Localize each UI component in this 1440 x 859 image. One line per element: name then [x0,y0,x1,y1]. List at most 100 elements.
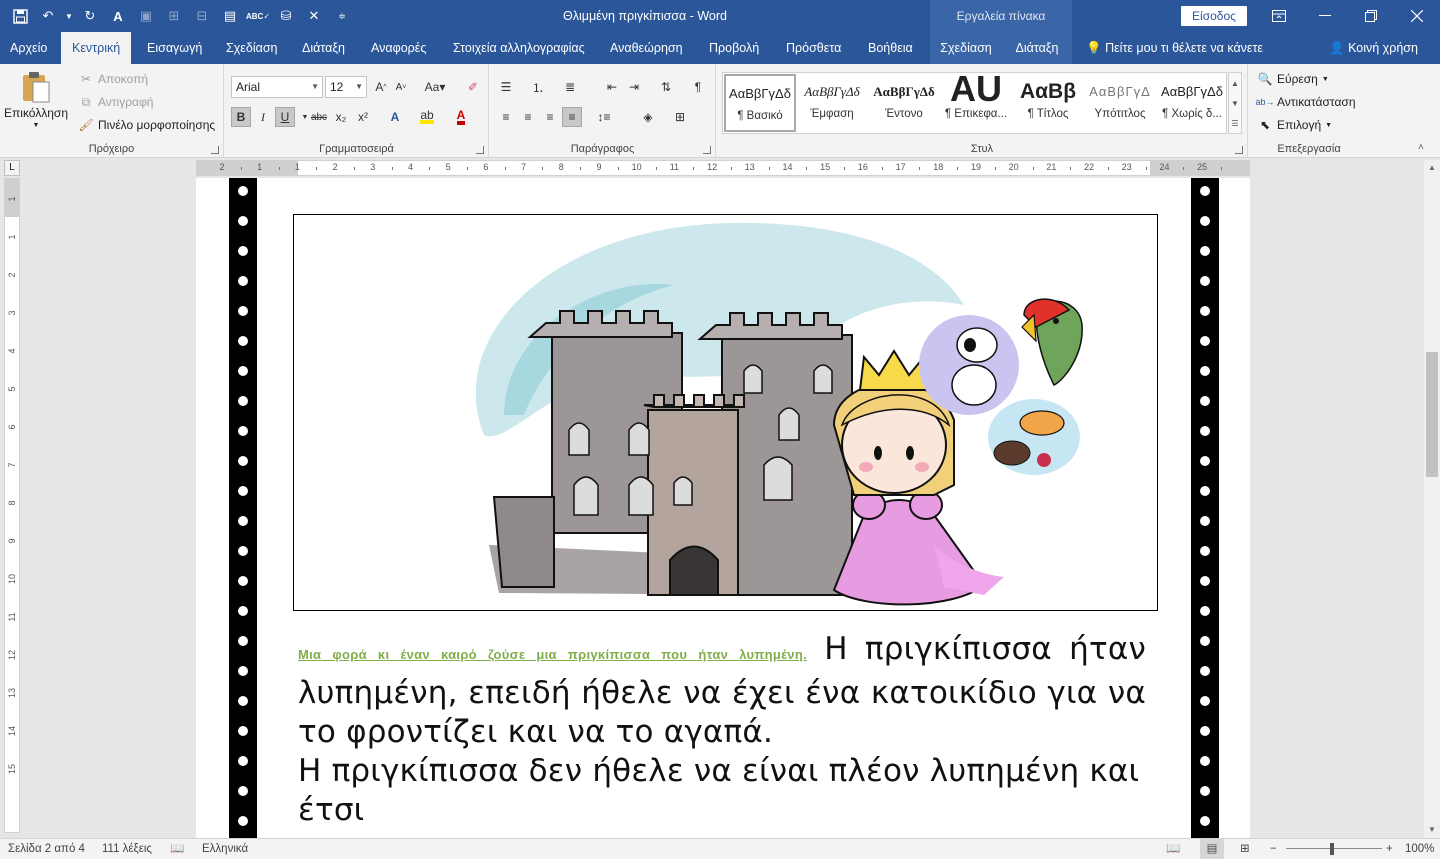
table-insert-icon[interactable]: ⊞ [162,4,186,28]
dialog-launcher-icon[interactable] [703,146,711,154]
text-effects-icon[interactable]: A [385,107,405,127]
tab-help[interactable]: Βοήθεια [868,32,913,64]
sort-icon[interactable]: ⇅ [656,77,676,97]
scroll-up-icon[interactable]: ▲ [1424,160,1440,176]
chevron-down-icon[interactable]: ▼ [1231,99,1239,108]
print-layout-icon[interactable]: ▤ [1200,839,1224,859]
paste-button[interactable]: Επικόλληση ▼ [4,70,68,129]
more-icon[interactable]: ≑ [330,4,354,28]
princess-castle-illustration[interactable] [293,214,1158,611]
tab-table-design[interactable]: Σχεδίαση [930,32,1002,64]
tab-view[interactable]: Προβολή [709,32,759,64]
chevron-down-icon[interactable]: ▼ [64,4,74,28]
align-left-icon[interactable]: ≡ [496,107,516,127]
more-icon[interactable]: ☰ [1231,119,1238,128]
strikethrough-button[interactable]: abc [309,107,329,127]
align-center-icon[interactable]: ≡ [518,107,538,127]
increase-indent-icon[interactable]: ⇥ [624,77,644,97]
font-icon[interactable]: A [106,4,130,28]
table-delete-icon[interactable]: ⊟ [190,4,214,28]
style-subtitle[interactable]: ΑαΒβΓγΔ Υπότιτλος [1084,74,1156,132]
tab-addins[interactable]: Πρόσθετα [786,32,841,64]
format-painter-button[interactable]: 🖌 Πινέλο μορφοποίησης [78,117,215,133]
tab-review[interactable]: Αναθεώρηση [610,32,683,64]
styles-gallery-scroll[interactable]: ▲ ▼ ☰ [1228,72,1242,134]
close-icon[interactable]: ✕ [302,4,326,28]
font-color-icon[interactable]: A [451,107,471,127]
justify-icon[interactable]: ≡ [562,107,582,127]
style-no-spacing[interactable]: ΑαΒβΓγΔδ ¶ Χωρίς δ... [1156,74,1228,132]
document-page[interactable]: Μια φορά κι έναν καιρό ζούσε μια πριγκίπ… [196,178,1250,838]
dialog-launcher-icon[interactable] [1235,146,1243,154]
font-name-combo[interactable]: Arial ▼ [231,76,323,98]
style-normal[interactable]: ΑαΒβΓγΔδ ¶ Βασικό [724,74,796,132]
save-icon[interactable] [8,4,32,28]
style-emphasis[interactable]: ΑαΒβΓγΔδ Έμφαση [796,74,868,132]
scroll-down-icon[interactable]: ▼ [1424,822,1440,838]
italic-button[interactable]: I [253,107,273,127]
page-count[interactable]: Σελίδα 2 από 4 [8,839,85,859]
bullets-icon[interactable]: ☰ [496,77,516,97]
tab-selector[interactable]: L [4,160,20,176]
word-count[interactable]: 111 λέξεις [102,839,152,859]
clipboard-icon[interactable]: ▤ [218,4,242,28]
find-button[interactable]: 🔍 Εύρεση ▼ [1257,71,1329,87]
spelling-icon[interactable]: ABC✓ [246,4,270,28]
collapse-ribbon-icon[interactable]: ˄ [1418,142,1424,153]
select-button[interactable]: ⬉ Επιλογή ▼ [1257,117,1332,133]
language-indicator[interactable]: Ελληνικά [202,839,248,859]
tell-me-search[interactable]: 💡 Πείτε μου τι θέλετε να κάνετε [1086,32,1263,64]
restore-icon[interactable] [1348,0,1394,32]
story-text[interactable]: Μια φορά κι έναν καιρό ζούσε μια πριγκίπ… [298,630,1146,830]
highlighter-icon[interactable]: ab [417,107,437,127]
tab-insert[interactable]: Εισαγωγή [147,32,202,64]
superscript-button[interactable]: x² [353,107,373,127]
underline-button[interactable]: U [275,107,295,127]
font-size-combo[interactable]: 12 ▼ [325,76,367,98]
style-heading[interactable]: AU ¶ Επικεφα... [940,74,1012,132]
line-spacing-icon[interactable]: ↕≡ [594,107,614,127]
undo-icon[interactable]: ↶ [36,4,60,28]
chevron-up-icon[interactable]: ▲ [1231,79,1239,88]
clear-formatting-icon[interactable]: ✐ [463,77,483,97]
decrease-indent-icon[interactable]: ⇤ [602,77,622,97]
shading-icon[interactable]: ◈ [638,107,658,127]
vertical-ruler[interactable]: 1 1 2 3 4 5 6 7 8 9 10 11 12 13 14 15 [4,178,20,833]
checkbox-icon[interactable]: ▣ [134,4,158,28]
read-mode-icon[interactable]: 📖 [1166,839,1180,859]
dialog-launcher-icon[interactable] [476,146,484,154]
redo-icon[interactable]: ↻ [78,4,102,28]
style-strong[interactable]: ΑαΒβΓγΔδ Έντονο [868,74,940,132]
zoom-level[interactable]: 100% [1405,839,1434,859]
zoom-out-icon[interactable]: − [1270,839,1277,859]
web-layout-icon[interactable]: ⊞ [1240,839,1250,859]
tab-home[interactable]: Κεντρική [61,32,132,65]
zoom-in-icon[interactable]: + [1386,839,1393,859]
vertical-scrollbar[interactable]: ▲ ▼ [1424,160,1440,838]
align-right-icon[interactable]: ≡ [540,107,560,127]
show-paragraph-marks-icon[interactable]: ¶ [688,77,708,97]
numbering-icon[interactable]: ⒈ [528,77,548,97]
tab-file[interactable]: Αρχείο [10,32,47,64]
shrink-font-icon[interactable]: A ˅ [391,77,411,97]
share-button[interactable]: 👤 Κοινή χρήση [1329,32,1418,64]
tab-mailings[interactable]: Στοιχεία αλληλογραφίας [453,32,585,64]
grow-font-icon[interactable]: A ^ [371,77,391,97]
subscript-button[interactable]: x₂ [331,107,351,127]
bold-button[interactable]: B [231,107,251,127]
cut-button[interactable]: ✂ Αποκοπή [78,71,148,87]
tab-references[interactable]: Αναφορές [371,32,426,64]
horizontal-ruler[interactable]: 2 1 1 2 3 4 5 6 7 8 9 10 11 12 13 14 15 16 17 18 19 20 21 22 23 2… [196,160,1250,176]
style-title[interactable]: ΑαΒβ ¶ Τίτλος [1012,74,1084,132]
proofing-icon[interactable]: 📖 [170,839,184,859]
zoom-slider-thumb[interactable] [1330,843,1334,855]
scroll-thumb[interactable] [1426,352,1438,477]
change-case-icon[interactable]: Aa▾ [421,77,449,97]
tab-table-layout[interactable]: Διάταξη [1002,32,1072,64]
replace-button[interactable]: ab→ Αντικατάσταση [1256,94,1356,110]
copy-button[interactable]: ⧉ Αντιγραφή [78,94,154,110]
dialog-launcher-icon[interactable] [211,146,219,154]
tab-layout[interactable]: Διάταξη [302,32,345,64]
ribbon-display-options-icon[interactable] [1256,0,1302,32]
tab-design[interactable]: Σχεδίαση [226,32,278,64]
